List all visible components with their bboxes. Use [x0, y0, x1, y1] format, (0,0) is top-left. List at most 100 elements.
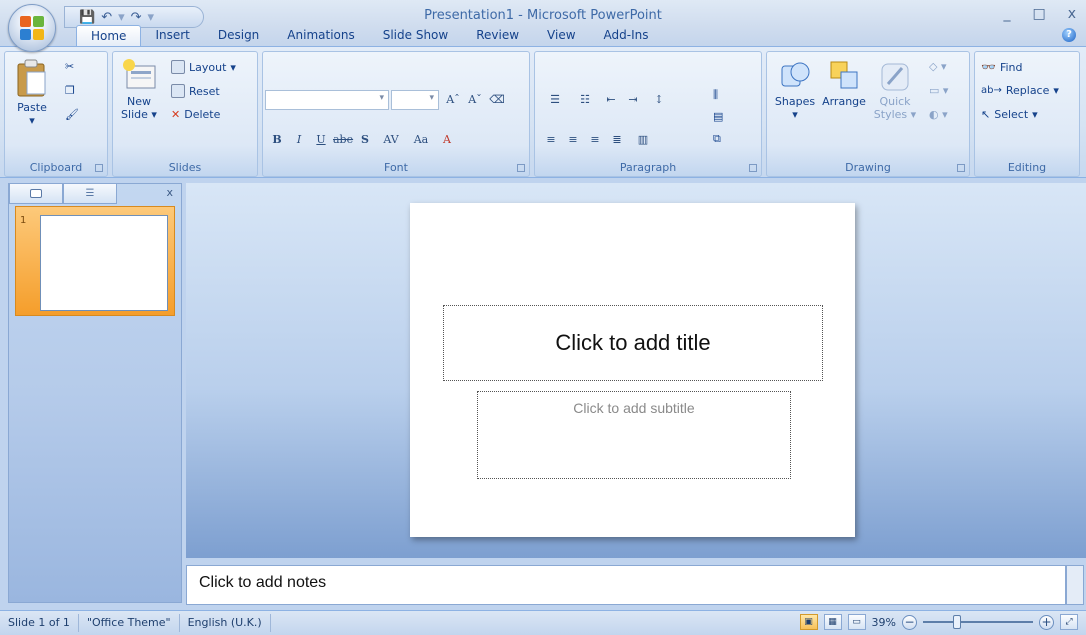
delete-button[interactable]: ✕ Delete [171, 108, 220, 121]
slide-number: 1 [20, 215, 27, 226]
shadow-button[interactable]: S [355, 130, 375, 150]
font-family-select[interactable]: ▾ [265, 90, 389, 110]
slide-canvas[interactable]: Click to add title Click to add subtitle [410, 203, 855, 537]
shape-effects-icon[interactable]: ◐ ▾ [929, 108, 948, 121]
zoom-slider[interactable] [923, 615, 1033, 629]
font-family-dropdown-icon: ▾ [379, 93, 384, 103]
title-bar: 💾 ↶ ▾ ↷ ▾ Presentation1 - Microsoft Powe… [0, 0, 1086, 52]
subtitle-placeholder[interactable]: Click to add subtitle [477, 391, 791, 479]
shrink-font-button[interactable]: Aˇ [465, 90, 485, 110]
slide-sorter-view-icon[interactable]: ▦ [823, 614, 842, 630]
group-label-slides: Slides [168, 161, 202, 174]
copy-icon[interactable]: ❐ [65, 84, 75, 97]
font-size-select[interactable]: ▾ [391, 90, 439, 110]
bullets-icon[interactable]: ☰ [541, 90, 569, 110]
close-pane-icon[interactable]: x [166, 186, 173, 199]
reset-button[interactable]: Reset [171, 84, 220, 98]
strikethrough-button[interactable]: abe [333, 130, 353, 150]
font-color-button[interactable]: A [437, 130, 457, 150]
status-slide-count: Slide 1 of 1 [0, 614, 79, 632]
shape-fill-icon[interactable]: ◇ ▾ [929, 60, 946, 73]
paste-button[interactable]: Paste ▾ [11, 58, 53, 127]
group-label-drawing: Drawing [845, 161, 891, 174]
title-placeholder[interactable]: Click to add title [443, 305, 823, 381]
tab-insert[interactable]: Insert [141, 25, 203, 47]
layout-button[interactable]: Layout ▾ [171, 60, 236, 74]
group-label-clipboard: Clipboard [29, 161, 83, 174]
binoculars-icon: 👓 [981, 60, 996, 74]
numbering-icon[interactable]: ☷ [571, 90, 599, 110]
status-right-controls: ▣ ▦ ▭ 39% − + ⤢ [799, 614, 1078, 630]
normal-view-icon[interactable]: ▣ [799, 614, 818, 630]
slides-tab-icon [30, 189, 42, 198]
quick-styles-icon [881, 63, 909, 91]
new-slide-button[interactable]: New Slide ▾ [117, 58, 161, 121]
delete-icon: ✕ [171, 108, 181, 121]
smartart-icon[interactable]: ⧉ [713, 132, 721, 146]
font-launcher-icon[interactable] [517, 164, 525, 172]
tab-outline-view[interactable]: ☰ [63, 184, 117, 204]
select-button[interactable]: ↖ Select ▾ [981, 108, 1038, 121]
slide-thumbnail [40, 215, 168, 311]
clear-formatting-icon[interactable]: ⌫ [487, 90, 507, 110]
tab-view[interactable]: View [533, 25, 589, 47]
notes-pane[interactable]: Click to add notes [186, 565, 1066, 605]
align-text-icon[interactable]: ▤ [713, 110, 723, 123]
tab-slides-view[interactable] [9, 184, 63, 204]
justify-icon[interactable]: ≣ [607, 130, 627, 150]
status-language[interactable]: English (U.K.) [180, 614, 271, 632]
outline-tab-icon: ☰ [85, 188, 95, 199]
format-painter-icon[interactable]: 🖌 [65, 108, 79, 121]
align-center-icon[interactable]: ≡ [563, 130, 583, 150]
decrease-indent-icon[interactable]: ⇤ [601, 90, 621, 110]
shapes-icon [781, 62, 810, 87]
zoom-in-icon[interactable]: + [1039, 614, 1054, 630]
find-button[interactable]: 👓 Find [981, 60, 1023, 74]
bold-button[interactable]: B [267, 130, 287, 150]
notes-scrollbar[interactable] [1066, 565, 1084, 605]
group-clipboard: Paste ▾ ✂ ❐ 🖌 Clipboard [4, 51, 108, 177]
columns-icon[interactable]: ▥ [629, 130, 657, 150]
tab-slide-show[interactable]: Slide Show [369, 25, 462, 47]
cut-icon[interactable]: ✂ [65, 60, 74, 73]
paragraph-row-2: ≡ ≡ ≡ ≣ ▥ [541, 130, 657, 150]
drawing-launcher-icon[interactable] [957, 164, 965, 172]
zoom-level[interactable]: 39% [872, 616, 896, 629]
shapes-button[interactable]: Shapes ▾ [769, 58, 821, 121]
slideshow-view-icon[interactable]: ▭ [847, 614, 866, 630]
office-button[interactable] [8, 4, 56, 52]
text-direction-icon[interactable]: ⫼ [713, 88, 718, 102]
change-case-button[interactable]: Aa [407, 130, 435, 150]
paragraph-row-1: ☰ ☷ ⇤ ⇥ ↕ [541, 90, 673, 110]
clipboard-launcher-icon[interactable] [95, 164, 103, 172]
character-spacing-button[interactable]: AV [377, 130, 405, 150]
underline-button[interactable]: U [311, 130, 331, 150]
arrange-button[interactable]: Arrange [819, 58, 869, 108]
tab-design[interactable]: Design [204, 25, 273, 47]
font-size-dropdown-icon: ▾ [429, 93, 434, 103]
paragraph-launcher-icon[interactable] [749, 164, 757, 172]
close-button[interactable]: x [1068, 6, 1076, 22]
group-font: ▾ ▾ Aˆ Aˇ ⌫ B I U abe S AV Aa A Font [262, 51, 530, 177]
italic-button[interactable]: I [289, 130, 309, 150]
zoom-slider-thumb[interactable] [953, 615, 961, 629]
align-left-icon[interactable]: ≡ [541, 130, 561, 150]
fit-to-window-icon[interactable]: ⤢ [1060, 614, 1078, 630]
replace-button[interactable]: ab→ Replace ▾ [981, 84, 1059, 97]
tab-animations[interactable]: Animations [273, 25, 368, 47]
help-icon[interactable]: ? [1062, 28, 1076, 42]
minimize-button[interactable]: _ [1003, 6, 1010, 22]
increase-indent-icon[interactable]: ⇥ [623, 90, 643, 110]
tab-home[interactable]: Home [76, 25, 142, 47]
tab-add-ins[interactable]: Add-Ins [590, 25, 663, 47]
shape-outline-icon[interactable]: ▭ ▾ [929, 84, 948, 97]
quick-styles-button[interactable]: Quick Styles ▾ [871, 58, 919, 121]
font-format-row: B I U abe S AV Aa A [267, 130, 457, 150]
line-spacing-icon[interactable]: ↕ [645, 90, 673, 110]
align-right-icon[interactable]: ≡ [585, 130, 605, 150]
maximize-button[interactable]: □ [1032, 6, 1045, 22]
zoom-out-icon[interactable]: − [902, 614, 917, 630]
grow-font-button[interactable]: Aˆ [443, 90, 463, 110]
slide-thumbnail-item[interactable]: 1 [15, 206, 175, 316]
tab-review[interactable]: Review [462, 25, 533, 47]
